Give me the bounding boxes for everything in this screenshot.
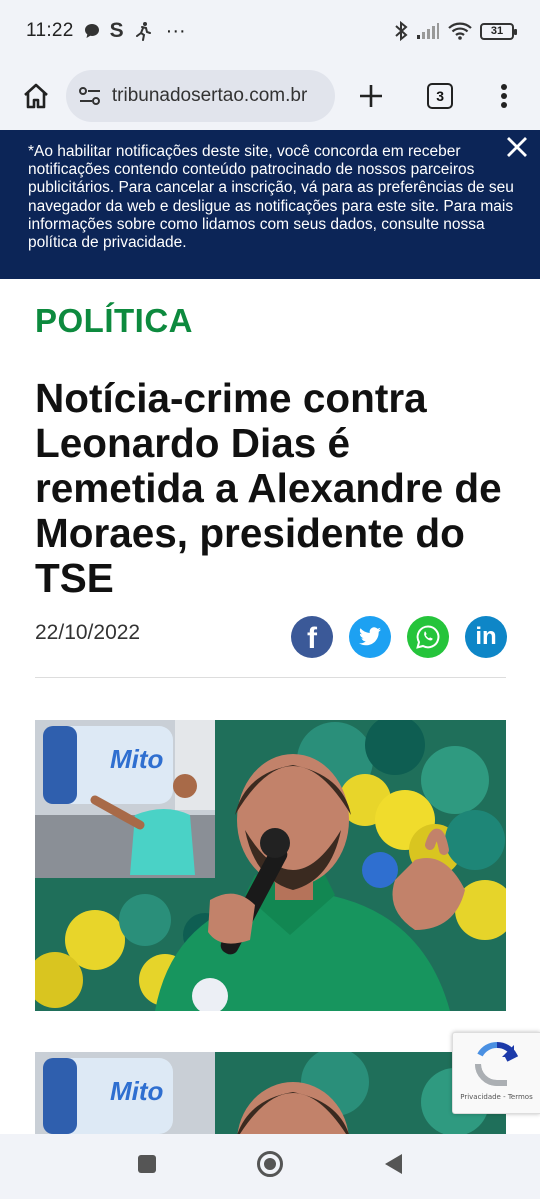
back-button[interactable]: [382, 1152, 404, 1181]
article-category[interactable]: POLÍTICA: [35, 302, 193, 340]
bluetooth-icon: [394, 20, 408, 42]
article-photo[interactable]: Mito: [35, 720, 506, 1011]
twitter-share-button[interactable]: [349, 616, 391, 658]
facebook-share-button[interactable]: f: [291, 616, 333, 658]
site-settings-icon[interactable]: [78, 86, 102, 106]
status-bar: 11:22 S ··· 31: [0, 0, 540, 62]
recaptcha-footer[interactable]: Privacidade - Termos: [460, 1093, 533, 1101]
status-right: 31: [394, 20, 517, 42]
back-triangle-icon: [385, 1154, 402, 1174]
notice-close-button[interactable]: [500, 130, 534, 164]
notification-consent-banner: *Ao habilitar notificações deste site, v…: [0, 130, 540, 279]
system-nav-bar: [0, 1134, 540, 1199]
recaptcha-badge[interactable]: Privacidade - Termos: [452, 1032, 540, 1114]
chat-bubble-icon: [84, 23, 100, 39]
can-label-text: Mito: [110, 744, 164, 774]
close-icon: [507, 137, 527, 157]
running-person-icon: [134, 21, 152, 41]
circle-home-icon: [257, 1151, 283, 1177]
url-text[interactable]: tribunadosertao.com.br: [112, 85, 307, 107]
wifi-icon: [448, 22, 472, 40]
tab-count: 3: [427, 83, 454, 109]
can-label-text: Mito: [110, 1076, 164, 1106]
facebook-icon: f: [307, 622, 317, 655]
linkedin-share-button[interactable]: in: [465, 616, 507, 658]
battery-icon: 31: [480, 22, 517, 40]
more-notifications-icon: ···: [165, 19, 186, 42]
more-vert-icon: [501, 84, 508, 108]
whatsapp-icon: [416, 625, 440, 649]
recaptcha-icon: [474, 1041, 518, 1086]
home-nav-button[interactable]: [256, 1150, 284, 1183]
article-photo-image: Mito: [35, 720, 506, 1011]
twitter-icon: [359, 627, 381, 646]
linkedin-icon: in: [475, 623, 497, 650]
url-bar[interactable]: tribunadosertao.com.br: [65, 70, 336, 122]
notice-text: *Ao habilitar notificações deste site, v…: [28, 143, 514, 252]
home-button[interactable]: [14, 74, 58, 118]
new-tab-button[interactable]: [349, 74, 393, 118]
divider: [35, 677, 506, 678]
signal-icon: [416, 22, 440, 40]
whatsapp-share-button[interactable]: [407, 616, 449, 658]
plus-icon: [360, 85, 383, 107]
status-time: 11:22: [26, 20, 74, 41]
tab-switcher-button[interactable]: 3: [418, 74, 462, 118]
s-app-icon: S: [109, 19, 124, 42]
article-date: 22/10/2022: [35, 621, 141, 644]
article-headline: Notícia-crime contra Leonardo Dias é rem…: [35, 375, 502, 601]
menu-button[interactable]: [482, 74, 526, 118]
article-photo-second[interactable]: Mito: [35, 1052, 506, 1134]
browser-toolbar: tribunadosertao.com.br 3: [0, 62, 540, 130]
share-buttons: f in: [291, 616, 507, 658]
status-left: 11:22 S ···: [26, 19, 186, 43]
square-icon: [138, 1155, 156, 1173]
milk-can: Mito: [43, 726, 173, 804]
article-photo-second-image: Mito: [35, 1052, 506, 1134]
recents-button[interactable]: [136, 1153, 158, 1180]
home-icon: [24, 83, 48, 109]
